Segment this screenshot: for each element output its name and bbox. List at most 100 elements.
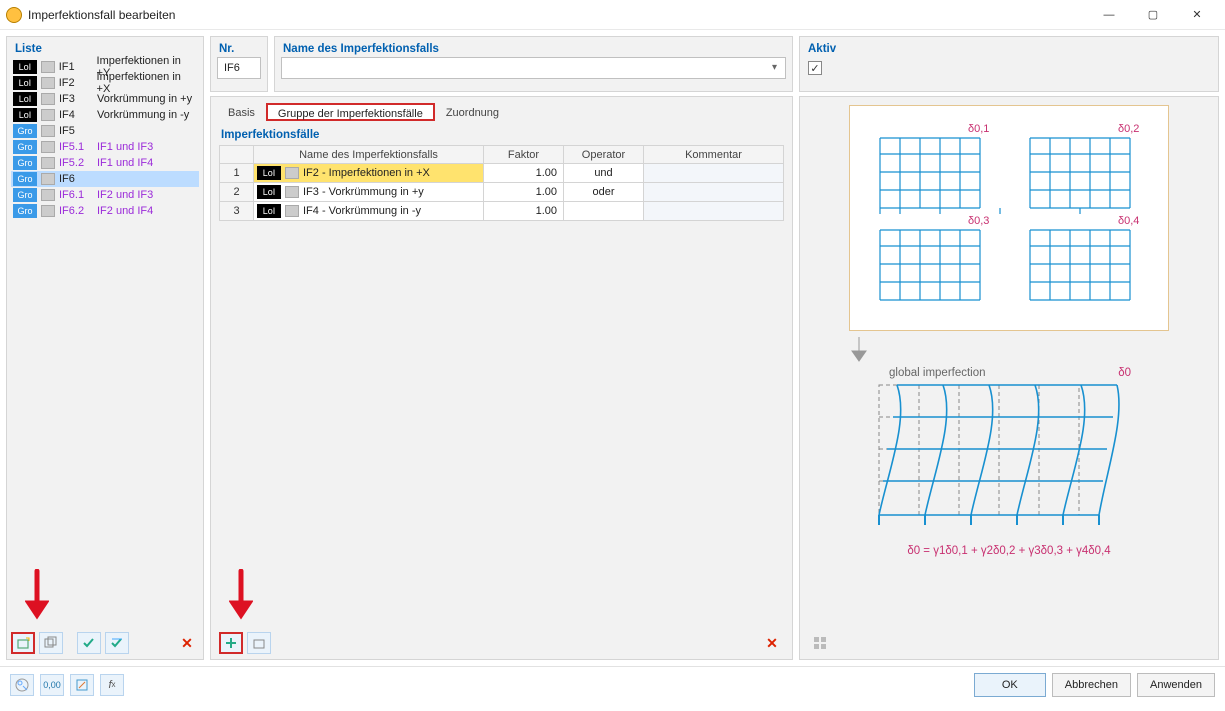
col-operator: Operator (564, 146, 644, 164)
new-item-button[interactable] (11, 632, 35, 654)
case-name: IF2 - Imperfektionen in +X (303, 167, 430, 179)
down-arrow-icon (849, 335, 869, 365)
check-all-button[interactable] (77, 632, 101, 654)
item-id: IF2 (59, 77, 93, 89)
type-badge: Gro (13, 204, 37, 218)
apply-button[interactable]: Anwenden (1137, 673, 1215, 697)
type-badge: LoI (13, 76, 37, 90)
tab[interactable]: Gruppe der Imperfektionsfälle (266, 103, 435, 121)
ok-button[interactable]: OK (974, 673, 1046, 697)
close-button[interactable]: ✕ (1175, 1, 1219, 29)
preview-settings-button[interactable] (808, 632, 832, 654)
color-swatch (41, 125, 55, 137)
list-item[interactable]: GroIF6.1IF2 und IF3 (11, 187, 199, 203)
global-label: global imperfection (889, 367, 986, 379)
factor-cell[interactable]: 1.00 (484, 164, 564, 183)
list-item[interactable]: GroIF5.2IF1 und IF4 (11, 155, 199, 171)
list-item[interactable]: LoIIF3Vorkrümmung in +y (11, 91, 199, 107)
list-item[interactable]: GroIF6.2IF2 und IF4 (11, 203, 199, 219)
type-badge: LoI (257, 166, 281, 180)
liste-list[interactable]: LoIIF1Imperfektionen in +YLoIIF2Imperfek… (7, 59, 203, 631)
item-id: IF6.1 (59, 189, 93, 201)
table-row[interactable]: 3LoIIF4 - Vorkrümmung in -y1.00 (220, 202, 784, 221)
color-swatch (41, 61, 55, 73)
color-swatch (41, 205, 55, 217)
type-badge: LoI (13, 92, 37, 106)
color-swatch (285, 205, 299, 217)
new-row-button[interactable] (247, 632, 271, 654)
tab[interactable]: Basis (217, 103, 266, 121)
type-badge: LoI (13, 60, 37, 74)
operator-cell[interactable]: oder (564, 183, 644, 202)
add-row-button[interactable] (219, 632, 243, 654)
minimize-button[interactable]: — (1087, 1, 1131, 29)
nr-field[interactable]: IF6 (217, 57, 261, 79)
color-swatch (41, 77, 55, 89)
units-button[interactable]: 0,00 (40, 674, 64, 696)
table-row[interactable]: 1LoIIF2 - Imperfektionen in +X1.00und (220, 164, 784, 183)
fx-button[interactable]: fx (100, 674, 124, 696)
mid-panel: BasisGruppe der ImperfektionsfälleZuordn… (210, 96, 793, 660)
svg-text:δ0,2: δ0,2 (1118, 123, 1139, 135)
item-desc: IF1 und IF3 (97, 141, 153, 153)
col-factor: Faktor (484, 146, 564, 164)
tool1-button[interactable] (70, 674, 94, 696)
uncheck-all-button[interactable] (105, 632, 129, 654)
preview-top-svg: δ0,1 δ0,2 δ0,3 δ0,4 (860, 120, 1160, 320)
table-row[interactable]: 2LoIIF3 - Vorkrümmung in +y1.00oder (220, 183, 784, 202)
copy-item-button[interactable] (39, 632, 63, 654)
help-button[interactable] (10, 674, 34, 696)
color-swatch (41, 141, 55, 153)
comment-cell[interactable] (644, 183, 784, 202)
case-name: IF3 - Vorkrümmung in +y (303, 186, 424, 198)
color-swatch (285, 186, 299, 198)
item-id: IF1 (59, 61, 93, 73)
item-desc: Imperfektionen in +X (97, 71, 197, 95)
aktiv-checkbox[interactable] (808, 61, 822, 75)
color-swatch (285, 167, 299, 179)
operator-cell[interactable] (564, 202, 644, 221)
item-desc: IF2 und IF4 (97, 205, 153, 217)
title-bar: Imperfektionsfall bearbeiten — ▢ ✕ (0, 0, 1225, 30)
tabs: BasisGruppe der ImperfektionsfälleZuordn… (211, 97, 792, 121)
list-item[interactable]: Gro IF6 (11, 171, 199, 187)
color-swatch (41, 157, 55, 169)
operator-cell[interactable]: und (564, 164, 644, 183)
mid-toolbar: ✕ (211, 631, 792, 659)
cancel-button[interactable]: Abbrechen (1052, 673, 1131, 697)
item-id: IF5 (59, 125, 93, 137)
factor-cell[interactable]: 1.00 (484, 202, 564, 221)
factor-cell[interactable]: 1.00 (484, 183, 564, 202)
item-id: IF5.1 (59, 141, 93, 153)
list-item[interactable]: LoIIF4Vorkrümmung in -y (11, 107, 199, 123)
liste-panel: Liste LoIIF1Imperfektionen in +YLoIIF2Im… (6, 36, 204, 660)
comment-cell[interactable] (644, 202, 784, 221)
name-dropdown[interactable] (281, 57, 786, 79)
comment-cell[interactable] (644, 164, 784, 183)
item-desc: Vorkrümmung in +y (97, 93, 192, 105)
list-item[interactable]: LoIIF2Imperfektionen in +X (11, 75, 199, 91)
maximize-button[interactable]: ▢ (1131, 1, 1175, 29)
preview-panel: δ0,1 δ0,2 δ0,3 δ0,4 global imperf (799, 96, 1219, 660)
item-id: IF5.2 (59, 157, 93, 169)
cases-table[interactable]: Name des Imperfektionsfalls Faktor Opera… (219, 145, 784, 221)
delete-row-button[interactable]: ✕ (760, 632, 784, 654)
list-item[interactable]: Gro IF5.1 IF1 und IF3 (11, 139, 199, 155)
type-badge: Gro (13, 188, 37, 202)
tab[interactable]: Zuordnung (435, 103, 510, 121)
color-swatch (41, 109, 55, 121)
item-id: IF6 (59, 173, 93, 185)
preview-bottom-svg (849, 369, 1149, 539)
aktiv-caption: Aktiv (800, 37, 1218, 57)
list-item[interactable]: GroIF5 (11, 123, 199, 139)
color-swatch (41, 93, 55, 105)
col-comment: Kommentar (644, 146, 784, 164)
type-badge: Gro (13, 140, 37, 154)
type-badge: LoI (13, 108, 37, 122)
nr-caption: Nr. (211, 37, 267, 57)
delete-item-button[interactable]: ✕ (175, 632, 199, 654)
type-badge: Gro (13, 172, 37, 186)
item-desc: IF1 und IF4 (97, 157, 153, 169)
item-desc: Vorkrümmung in -y (97, 109, 189, 121)
callout-arrow-left (25, 569, 49, 629)
